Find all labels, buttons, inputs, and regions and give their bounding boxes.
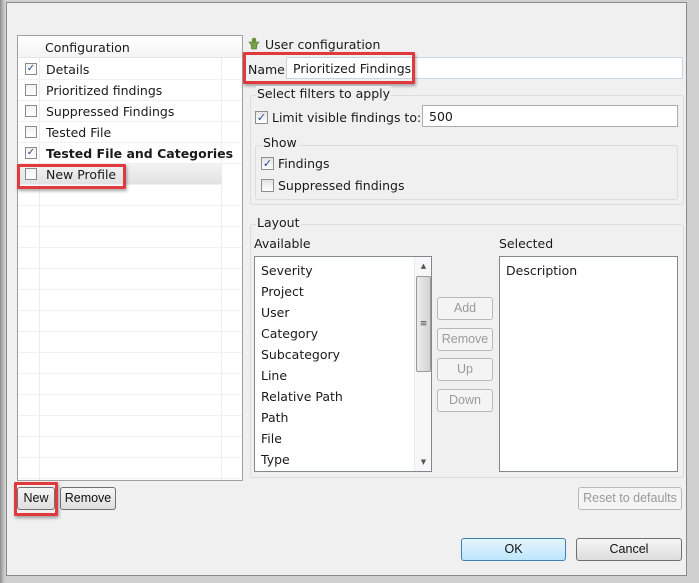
findings-checkbox[interactable]: ✓ <box>261 157 274 170</box>
table-row[interactable]: ✓ Details <box>18 59 242 80</box>
empty-row <box>18 185 242 206</box>
empty-row <box>18 311 242 332</box>
list-item[interactable]: Subcategory <box>261 347 340 362</box>
available-scrollbar[interactable]: ▲ ≡ ▼ <box>414 257 431 471</box>
empty-row <box>18 248 242 269</box>
limit-label: Limit visible findings to: <box>272 110 422 125</box>
name-label: Name <box>248 62 285 77</box>
list-item[interactable]: User <box>261 305 290 320</box>
name-value: Prioritized Findings <box>293 61 412 76</box>
list-item[interactable]: Relative Path <box>261 389 343 404</box>
empty-row <box>18 374 242 395</box>
scroll-up-icon[interactable]: ▲ <box>415 259 432 273</box>
move-down-button[interactable]: Down <box>437 389 493 412</box>
add-column-button[interactable]: Add <box>437 297 493 320</box>
text-cursor <box>412 61 414 76</box>
ok-button[interactable]: OK <box>461 538 566 561</box>
list-item[interactable]: Description <box>506 263 577 278</box>
row-label: Suppressed Findings <box>46 104 175 119</box>
empty-row <box>18 332 242 353</box>
limit-checkbox[interactable]: ✓ <box>255 111 268 124</box>
window-frame: Configuration ✓ Details Prioritized find… <box>0 0 699 583</box>
remove-column-button[interactable]: Remove <box>437 328 493 351</box>
table-row[interactable]: Tested File <box>18 122 242 143</box>
empty-row <box>18 227 242 248</box>
checkbox-checked[interactable]: ✓ <box>25 63 37 75</box>
empty-row <box>18 290 242 311</box>
move-up-button[interactable]: Up <box>437 358 493 381</box>
profiles-table[interactable]: Configuration ✓ Details Prioritized find… <box>17 35 243 481</box>
user-icon <box>248 37 260 50</box>
configuration-dialog: Configuration ✓ Details Prioritized find… <box>6 2 687 576</box>
table-row[interactable]: Suppressed Findings <box>18 101 242 122</box>
list-item[interactable]: Category <box>261 326 318 341</box>
cancel-button[interactable]: Cancel <box>576 538 682 561</box>
scroll-down-icon[interactable]: ▼ <box>415 455 432 469</box>
checkbox[interactable] <box>25 105 37 117</box>
remove-profile-button[interactable]: Remove <box>60 487 116 510</box>
limit-input[interactable]: 500 <box>422 105 678 127</box>
show-title: Show <box>261 135 299 150</box>
layout-title: Layout <box>256 215 301 230</box>
checkbox[interactable] <box>25 84 37 96</box>
list-item[interactable]: Severity <box>261 263 313 278</box>
filters-title: Select filters to apply <box>256 86 392 101</box>
limit-value: 500 <box>429 109 453 124</box>
list-item[interactable]: Path <box>261 410 288 425</box>
empty-row <box>18 269 242 290</box>
row-label: Details <box>46 62 90 77</box>
selected-list[interactable]: Description <box>499 256 678 472</box>
row-label: Tested File and Categories <box>46 146 234 161</box>
table-header[interactable]: Configuration <box>18 36 242 58</box>
suppressed-findings-label: Suppressed findings <box>278 178 405 193</box>
list-item[interactable]: Project <box>261 284 304 299</box>
list-item[interactable]: File <box>261 431 282 446</box>
table-row[interactable]: Prioritized findings <box>18 80 242 101</box>
empty-row <box>18 395 242 416</box>
selected-label: Selected <box>499 236 554 251</box>
available-list[interactable]: Severity Project User Category Subcatego… <box>254 256 432 472</box>
row-label: New Profile <box>46 167 117 182</box>
findings-label: Findings <box>278 156 330 171</box>
row-label: Prioritized findings <box>46 83 163 98</box>
empty-row <box>18 458 242 479</box>
list-item[interactable]: Type <box>261 452 290 467</box>
table-row-selected[interactable]: New Profile <box>18 164 222 185</box>
checkbox[interactable] <box>25 126 37 138</box>
table-row[interactable]: ✓ Tested File and Categories <box>18 143 242 164</box>
suppressed-findings-checkbox[interactable] <box>261 179 274 192</box>
header-configuration: Configuration <box>45 40 130 55</box>
reset-to-defaults-button[interactable]: Reset to defaults <box>578 487 682 510</box>
new-profile-button[interactable]: New <box>17 487 55 510</box>
empty-row <box>18 353 242 374</box>
user-configuration-title: User configuration <box>265 37 381 52</box>
name-input[interactable]: Prioritized Findings <box>286 57 683 79</box>
scroll-thumb[interactable]: ≡ <box>416 276 431 372</box>
empty-row <box>18 206 242 227</box>
checkbox[interactable] <box>25 168 37 180</box>
checkbox-checked[interactable]: ✓ <box>25 147 37 159</box>
empty-row <box>18 437 242 458</box>
list-item[interactable]: Line <box>261 368 287 383</box>
row-label: Tested File <box>46 125 112 140</box>
empty-row <box>18 416 242 437</box>
available-label: Available <box>254 236 311 251</box>
